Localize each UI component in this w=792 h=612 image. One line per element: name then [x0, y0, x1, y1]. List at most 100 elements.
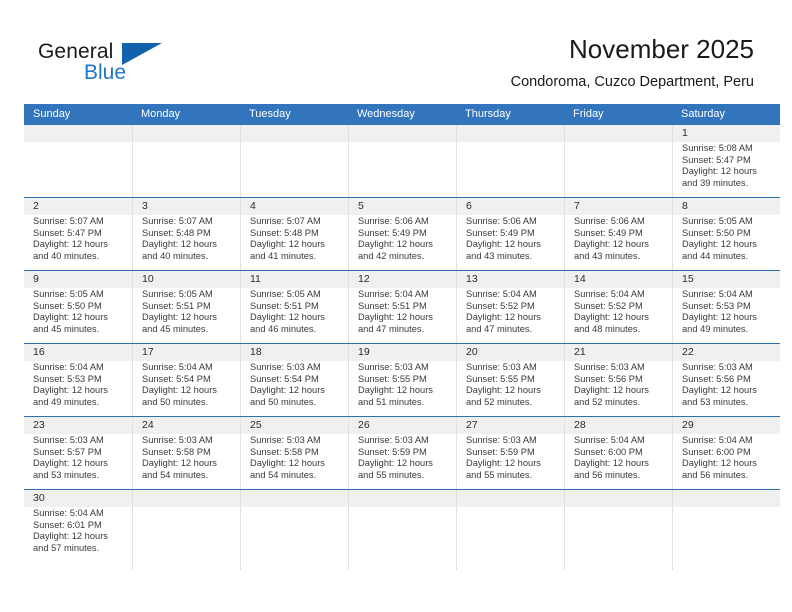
day-cell-20[interactable]: 20 Sunrise: 5:03 AM Sunset: 5:55 PM Dayligh… — [456, 344, 564, 416]
day-sun-info: Sunrise: 5:04 AM Sunset: 5:54 PM Daylight:… — [142, 362, 240, 408]
calendar-page: General Blue November 2025 Condoroma, Cu… — [0, 0, 792, 612]
day-sun-info: Sunrise: 5:03 AM Sunset: 5:54 PM Daylight:… — [250, 362, 348, 408]
day-number — [574, 125, 672, 142]
day-sunset-text: Sunset: 5:53 PM — [33, 373, 102, 384]
day-cell-22[interactable]: 22 Sunrise: 5:03 AM Sunset: 5:56 PM Dayligh… — [672, 344, 780, 416]
day-number: 7 — [574, 200, 580, 212]
day-cell-30[interactable]: 30 Sunrise: 5:04 AM Sunset: 6:01 PM Dayligh… — [24, 490, 132, 570]
day-daylight-line2-text: and 39 minutes. — [682, 177, 749, 188]
day-cell-empty — [24, 125, 132, 197]
day-cell-11[interactable]: 11 Sunrise: 5:05 AM Sunset: 5:51 PM Dayligh… — [240, 271, 348, 343]
day-daylight-line2-text: and 43 minutes. — [466, 250, 533, 261]
day-cell-23[interactable]: 23 Sunrise: 5:03 AM Sunset: 5:57 PM Dayligh… — [24, 417, 132, 489]
day-number: 6 — [466, 200, 472, 212]
day-cell-empty — [348, 125, 456, 197]
day-cell-5[interactable]: 5 Sunrise: 5:06 AM Sunset: 5:49 PM Daylight… — [348, 198, 456, 270]
day-cell-26[interactable]: 26 Sunrise: 5:03 AM Sunset: 5:59 PM Dayligh… — [348, 417, 456, 489]
day-sunset-text: Sunset: 5:51 PM — [358, 300, 427, 311]
day-sunrise-text: Sunrise: 5:07 AM — [250, 216, 321, 226]
day-cell-15[interactable]: 15 Sunrise: 5:04 AM Sunset: 5:53 PM Dayligh… — [672, 271, 780, 343]
day-sunset-text: Sunset: 5:55 PM — [358, 373, 427, 384]
day-cell-2[interactable]: 2 Sunrise: 5:07 AM Sunset: 5:47 PM Daylight… — [24, 198, 132, 270]
day-number — [574, 490, 672, 507]
day-cell-3[interactable]: 3 Sunrise: 5:07 AM Sunset: 5:48 PM Daylight… — [132, 198, 240, 270]
day-cell-8[interactable]: 8 Sunrise: 5:05 AM Sunset: 5:50 PM Daylight… — [672, 198, 780, 270]
day-sunset-text: Sunset: 5:57 PM — [33, 446, 102, 457]
day-cell-4[interactable]: 4 Sunrise: 5:07 AM Sunset: 5:48 PM Daylight… — [240, 198, 348, 270]
week-cells: 2 Sunrise: 5:07 AM Sunset: 5:47 PM Daylight… — [24, 198, 780, 270]
day-sunrise-text: Sunrise: 5:03 AM — [250, 435, 321, 445]
day-sun-info: Sunrise: 5:04 AM Sunset: 6:00 PM Daylight:… — [574, 435, 672, 481]
day-daylight-line2-text: and 53 minutes. — [682, 396, 749, 407]
day-sunrise-text: Sunrise: 5:08 AM — [682, 143, 753, 153]
day-sunset-text: Sunset: 5:54 PM — [250, 373, 319, 384]
day-sunrise-text: Sunrise: 5:04 AM — [358, 289, 429, 299]
day-cell-17[interactable]: 17 Sunrise: 5:04 AM Sunset: 5:54 PM Dayligh… — [132, 344, 240, 416]
day-sun-info: Sunrise: 5:07 AM Sunset: 5:48 PM Daylight:… — [142, 216, 240, 262]
general-blue-logo[interactable]: General Blue — [38, 40, 268, 92]
day-number — [142, 490, 240, 507]
day-daylight-line1-text: Daylight: 12 hours — [33, 239, 108, 250]
day-daylight-line1-text: Daylight: 12 hours — [574, 458, 649, 469]
day-sunrise-text: Sunrise: 5:03 AM — [142, 435, 213, 445]
day-sunrise-text: Sunrise: 5:05 AM — [142, 289, 213, 299]
day-daylight-line2-text: and 49 minutes. — [682, 323, 749, 334]
day-cell-27[interactable]: 27 Sunrise: 5:03 AM Sunset: 5:59 PM Dayligh… — [456, 417, 564, 489]
calendar-week-row: 30 Sunrise: 5:04 AM Sunset: 6:01 PM Dayligh… — [24, 489, 780, 570]
day-daylight-line1-text: Daylight: 12 hours — [142, 458, 217, 469]
day-cell-16[interactable]: 16 Sunrise: 5:04 AM Sunset: 5:53 PM Dayligh… — [24, 344, 132, 416]
week-cells: 30 Sunrise: 5:04 AM Sunset: 6:01 PM Dayligh… — [24, 490, 780, 570]
day-cell-empty — [240, 125, 348, 197]
day-number — [33, 125, 132, 142]
logo-triangle-icon — [122, 43, 162, 65]
day-cell-25[interactable]: 25 Sunrise: 5:03 AM Sunset: 5:58 PM Dayligh… — [240, 417, 348, 489]
day-number: 23 — [33, 419, 45, 431]
day-sun-info: Sunrise: 5:03 AM Sunset: 5:56 PM Daylight:… — [682, 362, 780, 408]
day-of-week-header-sunday: Sunday — [33, 108, 71, 120]
day-number: 4 — [250, 200, 256, 212]
day-sun-info: Sunrise: 5:05 AM Sunset: 5:51 PM Daylight:… — [250, 289, 348, 335]
day-daylight-line1-text: Daylight: 12 hours — [682, 166, 757, 177]
day-number: 17 — [142, 346, 154, 358]
day-cell-14[interactable]: 14 Sunrise: 5:04 AM Sunset: 5:52 PM Dayligh… — [564, 271, 672, 343]
day-cell-19[interactable]: 19 Sunrise: 5:03 AM Sunset: 5:55 PM Dayligh… — [348, 344, 456, 416]
day-cell-29[interactable]: 29 Sunrise: 5:04 AM Sunset: 6:00 PM Dayligh… — [672, 417, 780, 489]
day-of-week-header-wednesday: Wednesday — [357, 108, 415, 120]
day-sun-info: Sunrise: 5:07 AM Sunset: 5:47 PM Daylight:… — [33, 216, 132, 262]
day-cell-1[interactable]: 1 Sunrise: 5:08 AM Sunset: 5:47 PM Daylight… — [672, 125, 780, 197]
day-sun-info: Sunrise: 5:03 AM Sunset: 5:58 PM Daylight:… — [142, 435, 240, 481]
day-daylight-line2-text: and 44 minutes. — [682, 250, 749, 261]
day-number — [250, 490, 348, 507]
day-sunset-text: Sunset: 5:52 PM — [574, 300, 643, 311]
day-daylight-line1-text: Daylight: 12 hours — [682, 385, 757, 396]
day-cell-13[interactable]: 13 Sunrise: 5:04 AM Sunset: 5:52 PM Dayligh… — [456, 271, 564, 343]
day-cell-28[interactable]: 28 Sunrise: 5:04 AM Sunset: 6:00 PM Dayligh… — [564, 417, 672, 489]
calendar-week-row: 16 Sunrise: 5:04 AM Sunset: 5:53 PM Dayligh… — [24, 343, 780, 416]
day-sunset-text: Sunset: 5:55 PM — [466, 373, 535, 384]
day-sunrise-text: Sunrise: 5:03 AM — [33, 435, 104, 445]
day-cell-18[interactable]: 18 Sunrise: 5:03 AM Sunset: 5:54 PM Dayligh… — [240, 344, 348, 416]
day-sunset-text: Sunset: 5:52 PM — [466, 300, 535, 311]
day-sun-info: Sunrise: 5:06 AM Sunset: 5:49 PM Daylight:… — [358, 216, 456, 262]
day-cell-7[interactable]: 7 Sunrise: 5:06 AM Sunset: 5:49 PM Daylight… — [564, 198, 672, 270]
day-number: 27 — [466, 419, 478, 431]
day-cell-9[interactable]: 9 Sunrise: 5:05 AM Sunset: 5:50 PM Daylight… — [24, 271, 132, 343]
day-daylight-line1-text: Daylight: 12 hours — [142, 312, 217, 323]
day-cell-21[interactable]: 21 Sunrise: 5:03 AM Sunset: 5:56 PM Dayligh… — [564, 344, 672, 416]
day-sunrise-text: Sunrise: 5:06 AM — [574, 216, 645, 226]
day-cell-24[interactable]: 24 Sunrise: 5:03 AM Sunset: 5:58 PM Dayligh… — [132, 417, 240, 489]
day-cell-12[interactable]: 12 Sunrise: 5:04 AM Sunset: 5:51 PM Dayligh… — [348, 271, 456, 343]
day-cell-10[interactable]: 10 Sunrise: 5:05 AM Sunset: 5:51 PM Dayligh… — [132, 271, 240, 343]
day-sun-info: Sunrise: 5:06 AM Sunset: 5:49 PM Daylight:… — [574, 216, 672, 262]
day-daylight-line1-text: Daylight: 12 hours — [33, 385, 108, 396]
day-sunrise-text: Sunrise: 5:03 AM — [682, 362, 753, 372]
day-daylight-line1-text: Daylight: 12 hours — [358, 458, 433, 469]
day-sunset-text: Sunset: 6:01 PM — [33, 519, 102, 530]
day-sun-info: Sunrise: 5:05 AM Sunset: 5:50 PM Daylight:… — [33, 289, 132, 335]
day-cell-6[interactable]: 6 Sunrise: 5:06 AM Sunset: 5:49 PM Daylight… — [456, 198, 564, 270]
day-daylight-line1-text: Daylight: 12 hours — [466, 239, 541, 250]
day-sunset-text: Sunset: 6:00 PM — [682, 446, 751, 457]
day-of-week-header-tuesday: Tuesday — [249, 108, 291, 120]
day-number: 12 — [358, 273, 370, 285]
day-daylight-line1-text: Daylight: 12 hours — [33, 458, 108, 469]
